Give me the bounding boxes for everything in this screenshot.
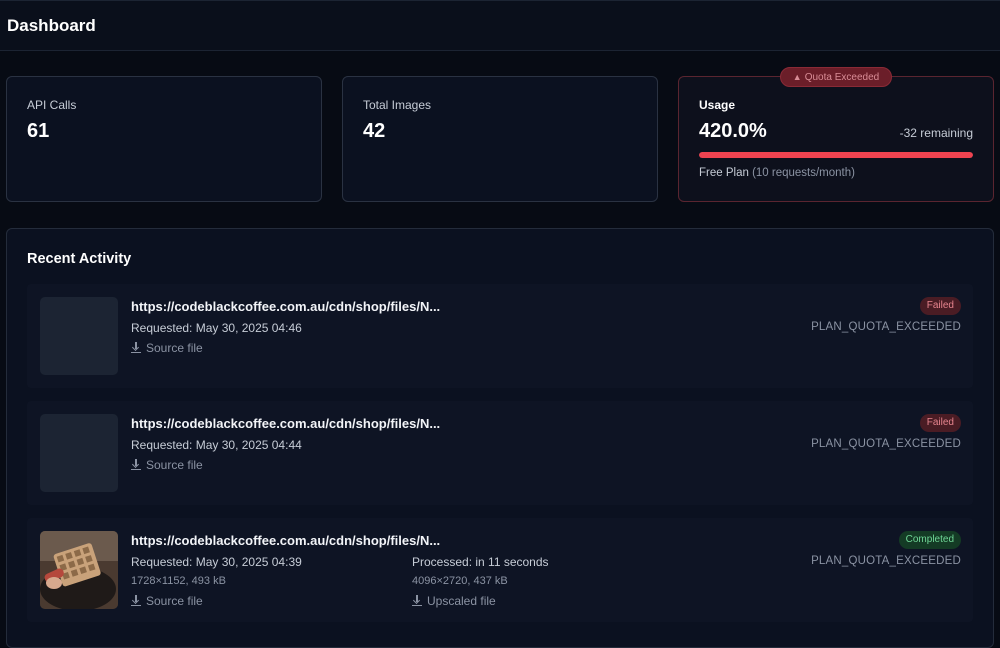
- requested-time: Requested: May 30, 2025 04:46: [131, 321, 302, 335]
- usage-card: ▲ Quota Exceeded Usage 420.0% -32 remaini…: [678, 67, 994, 202]
- status-badge: Failed: [919, 414, 961, 432]
- processed-dimensions: 4096×2720, 437 kB: [412, 575, 508, 587]
- source-file-link[interactable]: Source file: [131, 594, 203, 608]
- error-code: PLAN_QUOTA_EXCEEDED: [811, 438, 961, 450]
- thumbnail-placeholder: [40, 297, 118, 375]
- download-icon: [131, 342, 141, 353]
- plan-info: Free Plan (10 requests/month): [699, 167, 855, 179]
- requested-time: Requested: May 30, 2025 04:39: [131, 555, 302, 569]
- status-badge: Failed: [919, 297, 961, 315]
- source-dimensions: 1728×1152, 493 kB: [131, 575, 226, 587]
- total-images-value: 42: [363, 120, 386, 142]
- source-file-label: Source file: [146, 341, 203, 355]
- error-code: PLAN_QUOTA_EXCEEDED: [811, 321, 961, 333]
- source-file-label: Source file: [146, 594, 203, 608]
- download-icon: [412, 595, 422, 606]
- source-file-link[interactable]: Source file: [131, 458, 203, 472]
- thumbnail-image[interactable]: [40, 531, 118, 609]
- usage-progress-fill: [699, 152, 973, 158]
- total-images-label: Total Images: [363, 98, 432, 112]
- status-badge: Completed: [898, 531, 961, 549]
- recent-activity-heading: Recent Activity: [27, 251, 132, 267]
- activity-row[interactable]: https://codeblackcoffee.com.au/cdn/shop/…: [27, 284, 973, 388]
- plan-name: Free Plan: [699, 167, 749, 179]
- api-calls-value: 61: [27, 120, 50, 142]
- upscaled-file-label: Upscaled file: [427, 594, 496, 608]
- top-bar: Dashboard: [0, 0, 1000, 51]
- error-code: PLAN_QUOTA_EXCEEDED: [811, 555, 961, 567]
- requested-time: Requested: May 30, 2025 04:44: [131, 438, 302, 452]
- request-url[interactable]: https://codeblackcoffee.com.au/cdn/shop/…: [131, 299, 440, 314]
- request-url[interactable]: https://codeblackcoffee.com.au/cdn/shop/…: [131, 416, 440, 431]
- source-file-label: Source file: [146, 458, 203, 472]
- warning-triangle-icon: ▲: [792, 72, 802, 82]
- quota-exceeded-badge: ▲ Quota Exceeded: [780, 67, 892, 87]
- usage-label: Usage: [699, 98, 736, 112]
- download-icon: [131, 459, 141, 470]
- total-images-card: Total Images 42: [342, 76, 658, 202]
- activity-row[interactable]: https://codeblackcoffee.com.au/cdn/shop/…: [27, 401, 973, 505]
- waffle-photo-icon: [40, 531, 118, 609]
- usage-progress-bar: [699, 152, 973, 158]
- usage-remaining: -32 remaining: [899, 126, 973, 140]
- api-calls-card: API Calls 61: [6, 76, 322, 202]
- plan-detail: (10 requests/month): [752, 167, 855, 179]
- download-icon: [131, 595, 141, 606]
- usage-value: 420.0%: [699, 120, 767, 142]
- processed-time: Processed: in 11 seconds: [412, 555, 549, 569]
- request-url[interactable]: https://codeblackcoffee.com.au/cdn/shop/…: [131, 533, 440, 548]
- upscaled-file-link[interactable]: Upscaled file: [412, 594, 496, 608]
- quota-badge-label: Quota Exceeded: [804, 72, 880, 83]
- thumbnail-placeholder: [40, 414, 118, 492]
- activity-row[interactable]: https://codeblackcoffee.com.au/cdn/shop/…: [27, 518, 973, 622]
- recent-activity-panel: Recent Activity https://codeblackcoffee.…: [6, 228, 994, 648]
- page-title: Dashboard: [7, 16, 96, 35]
- source-file-link[interactable]: Source file: [131, 341, 203, 355]
- api-calls-label: API Calls: [27, 98, 77, 112]
